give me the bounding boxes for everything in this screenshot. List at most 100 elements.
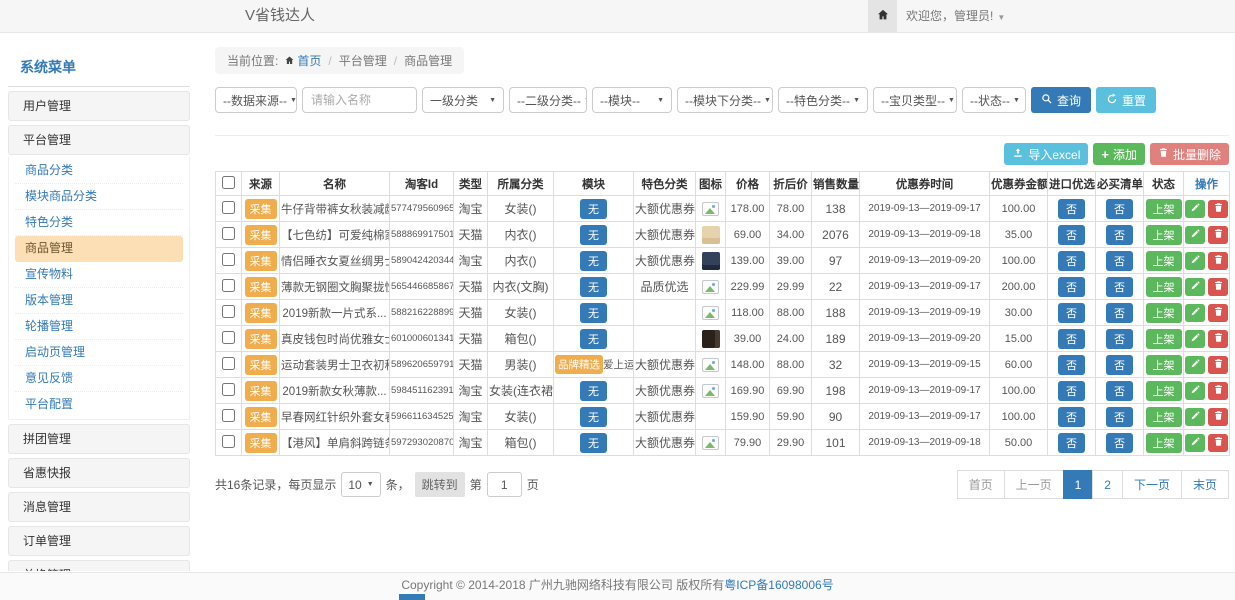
module-none-badge[interactable]: 无 [580, 381, 607, 401]
pager-prev[interactable]: 上一页 [1004, 470, 1064, 499]
sidebar-item-goods-category[interactable]: 商品分类 [15, 158, 183, 184]
pager-page-2[interactable]: 2 [1092, 470, 1123, 499]
must-buy-toggle[interactable]: 否 [1106, 329, 1133, 349]
status-button[interactable]: 上架 [1146, 433, 1182, 453]
must-buy-toggle[interactable]: 否 [1106, 225, 1133, 245]
delete-button[interactable] [1208, 278, 1228, 296]
delete-button[interactable] [1208, 434, 1228, 452]
edit-button[interactable] [1185, 278, 1205, 296]
filter-select-module-sub-category[interactable]: --模块下分类--▼ [677, 87, 773, 113]
status-button[interactable]: 上架 [1146, 277, 1182, 297]
delete-button[interactable] [1208, 200, 1228, 218]
import-select-toggle[interactable]: 否 [1058, 225, 1085, 245]
select-all-checkbox[interactable] [222, 176, 235, 189]
filter-select-status[interactable]: --状态--▼ [962, 87, 1026, 113]
sidebar-item-exchange-manage[interactable]: 兑换管理 [8, 560, 190, 571]
edit-button[interactable] [1185, 304, 1205, 322]
row-checkbox[interactable] [222, 279, 235, 292]
edit-button[interactable] [1185, 200, 1205, 218]
filter-select-data-source[interactable]: --数据来源--▼ [215, 87, 297, 113]
module-none-badge[interactable]: 无 [580, 199, 607, 219]
must-buy-toggle[interactable]: 否 [1106, 355, 1133, 375]
status-button[interactable]: 上架 [1146, 381, 1182, 401]
filter-select-item-type[interactable]: --宝贝类型--▼ [873, 87, 957, 113]
sidebar-item-shenghui-news[interactable]: 省惠快报 [8, 458, 190, 488]
pager-page-1[interactable]: 1 [1063, 470, 1094, 499]
reset-button[interactable]: 重置 [1096, 87, 1156, 113]
breadcrumb-home-link[interactable]: 首页 [297, 54, 321, 68]
sidebar-item-module-goods-category[interactable]: 模块商品分类 [15, 184, 183, 210]
delete-button[interactable] [1208, 408, 1228, 426]
batch-delete-button[interactable]: 批量删除 [1150, 143, 1229, 165]
sidebar-item-goods-manage[interactable]: 商品管理 [15, 236, 183, 262]
module-none-badge[interactable]: 无 [580, 329, 607, 349]
search-button[interactable]: 查询 [1031, 87, 1091, 113]
add-button[interactable]: + 添加 [1093, 143, 1145, 165]
must-buy-toggle[interactable]: 否 [1106, 381, 1133, 401]
pager-next[interactable]: 下一页 [1122, 470, 1182, 499]
edit-button[interactable] [1185, 408, 1205, 426]
sidebar-item-version-manage[interactable]: 版本管理 [15, 288, 183, 314]
edit-button[interactable] [1185, 434, 1205, 452]
row-checkbox[interactable] [222, 435, 235, 448]
sidebar-item-user-manage[interactable]: 用户管理 [8, 91, 190, 121]
row-checkbox[interactable] [222, 305, 235, 318]
delete-button[interactable] [1208, 304, 1228, 322]
edit-button[interactable] [1185, 252, 1205, 270]
sidebar-item-groupon-manage[interactable]: 拼团管理 [8, 424, 190, 454]
delete-button[interactable] [1208, 252, 1228, 270]
module-none-badge[interactable]: 无 [580, 433, 607, 453]
edit-button[interactable] [1185, 330, 1205, 348]
row-checkbox[interactable] [222, 331, 235, 344]
import-select-toggle[interactable]: 否 [1058, 355, 1085, 375]
row-checkbox[interactable] [222, 253, 235, 266]
module-none-badge[interactable]: 无 [580, 277, 607, 297]
sidebar-item-promo-materials[interactable]: 宣传物料 [15, 262, 183, 288]
status-button[interactable]: 上架 [1146, 199, 1182, 219]
row-checkbox[interactable] [222, 409, 235, 422]
edit-button[interactable] [1185, 382, 1205, 400]
status-button[interactable]: 上架 [1146, 225, 1182, 245]
pager-last[interactable]: 末页 [1181, 470, 1229, 499]
sidebar-item-splash-manage[interactable]: 启动页管理 [15, 340, 183, 366]
status-button[interactable]: 上架 [1146, 407, 1182, 427]
import-select-toggle[interactable]: 否 [1058, 433, 1085, 453]
sidebar-item-feature-category[interactable]: 特色分类 [15, 210, 183, 236]
icp-link[interactable]: 粤ICP备16098006号 [724, 578, 833, 592]
sidebar-item-carousel-manage[interactable]: 轮播管理 [15, 314, 183, 340]
edit-button[interactable] [1185, 226, 1205, 244]
page-size-select[interactable]: 10▼ [341, 472, 380, 497]
import-select-toggle[interactable]: 否 [1058, 303, 1085, 323]
must-buy-toggle[interactable]: 否 [1106, 303, 1133, 323]
row-checkbox[interactable] [222, 357, 235, 370]
module-none-badge[interactable]: 无 [580, 407, 607, 427]
sidebar-item-feedback[interactable]: 意见反馈 [15, 366, 183, 392]
row-checkbox[interactable] [222, 383, 235, 396]
import-select-toggle[interactable]: 否 [1058, 329, 1085, 349]
status-button[interactable]: 上架 [1146, 251, 1182, 271]
page-number-input[interactable] [487, 472, 522, 497]
delete-button[interactable] [1208, 382, 1228, 400]
status-button[interactable]: 上架 [1146, 329, 1182, 349]
filter-select-module[interactable]: --模块--▼ [592, 87, 672, 113]
status-button[interactable]: 上架 [1146, 303, 1182, 323]
import-select-toggle[interactable]: 否 [1058, 199, 1085, 219]
user-menu[interactable]: 欢迎您，管理员!▼ [906, 0, 1005, 34]
must-buy-toggle[interactable]: 否 [1106, 251, 1133, 271]
must-buy-toggle[interactable]: 否 [1106, 199, 1133, 219]
sidebar-item-order-manage[interactable]: 订单管理 [8, 526, 190, 556]
filter-select-feature-category[interactable]: --特色分类--▼ [778, 87, 868, 113]
delete-button[interactable] [1208, 330, 1228, 348]
pager-first[interactable]: 首页 [957, 470, 1005, 499]
delete-button[interactable] [1208, 226, 1228, 244]
filter-select-level2-category[interactable]: --二级分类--▼ [509, 87, 587, 113]
import-select-toggle[interactable]: 否 [1058, 251, 1085, 271]
sidebar-item-platform-config[interactable]: 平台配置 [15, 392, 183, 418]
must-buy-toggle[interactable]: 否 [1106, 277, 1133, 297]
status-button[interactable]: 上架 [1146, 355, 1182, 375]
sidebar-item-message-manage[interactable]: 消息管理 [8, 492, 190, 522]
import-select-toggle[interactable]: 否 [1058, 277, 1085, 297]
must-buy-toggle[interactable]: 否 [1106, 433, 1133, 453]
edit-button[interactable] [1185, 356, 1205, 374]
module-none-badge[interactable]: 无 [580, 251, 607, 271]
